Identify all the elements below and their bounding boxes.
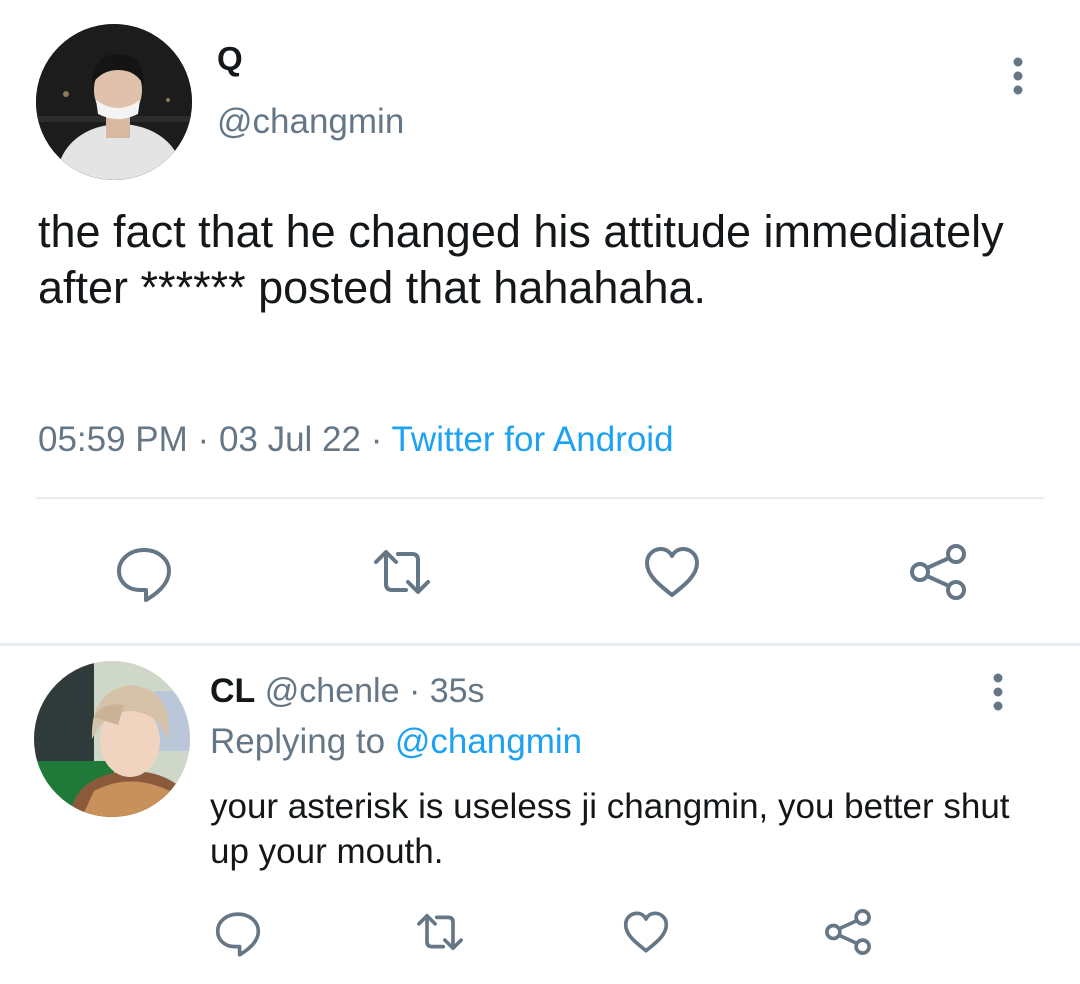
author-handle[interactable]: @changmin [217, 102, 404, 142]
comment-icon [215, 912, 261, 957]
reply-retweet-button[interactable] [414, 906, 466, 958]
comment-icon [117, 548, 171, 602]
tweet-time: 05:59 PM [38, 420, 188, 459]
tweet-meta: 05:59 PM · 03 Jul 22 · Twitter for Andro… [38, 420, 674, 460]
reply-like-button[interactable] [620, 906, 672, 958]
share-icon [910, 544, 966, 600]
avatar-photo [36, 24, 192, 180]
share-icon [825, 909, 871, 955]
avatar-photo [34, 661, 190, 817]
tweet-text: the fact that he changed his attitude im… [38, 206, 1004, 313]
meta-separator: · [408, 672, 421, 710]
like-button[interactable] [640, 540, 704, 604]
more-options-icon[interactable] [1000, 52, 1036, 100]
replying-to: Replying to @changmin [210, 722, 582, 762]
share-button[interactable] [906, 540, 970, 604]
meta-separator: · [370, 420, 392, 459]
tweet-separator [0, 643, 1080, 646]
replying-to-handle[interactable]: @changmin [395, 722, 582, 761]
retweet-icon [374, 550, 430, 594]
reply-author-handle[interactable]: @chenle [265, 672, 400, 710]
meta-separator: · [197, 420, 219, 459]
reply-header: CL @chenle · 35s [210, 672, 485, 711]
author-avatar[interactable] [36, 24, 192, 180]
tweet-source-link[interactable]: Twitter for Android [391, 420, 673, 459]
reply-author-name[interactable]: CL [210, 672, 255, 710]
reply-more-options-icon[interactable] [980, 668, 1016, 716]
heart-icon [623, 911, 669, 953]
retweet-icon [417, 913, 463, 951]
replying-to-label: Replying to [210, 722, 386, 761]
reply-author-avatar[interactable] [34, 661, 190, 817]
reply-share-button[interactable] [822, 906, 874, 958]
reply-button[interactable] [112, 540, 176, 604]
reply-text: your asterisk is useless ji changmin, yo… [210, 787, 1010, 871]
divider [36, 497, 1044, 499]
reply-age: 35s [429, 672, 485, 710]
retweet-button[interactable] [370, 540, 434, 604]
reply-reply-button[interactable] [212, 906, 264, 958]
tweet-date: 03 Jul 22 [218, 420, 361, 459]
heart-icon [645, 547, 699, 597]
author-name[interactable]: Q [217, 40, 243, 78]
